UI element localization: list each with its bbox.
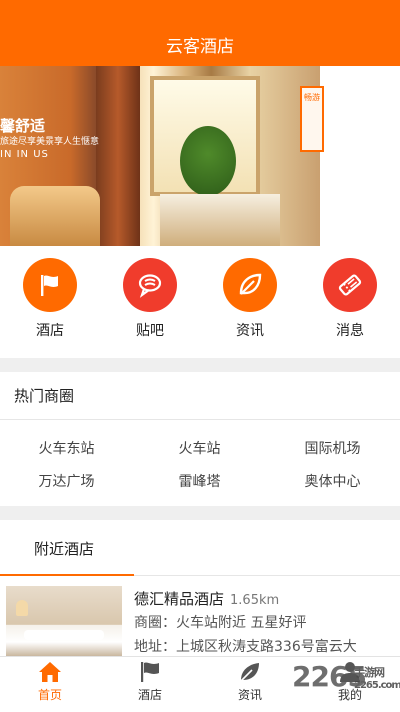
section-title: 热门商圈 [0,372,400,420]
area-link[interactable]: 火车站 [133,438,266,458]
hotel-name-row: 德汇精品酒店 1.65km [134,588,279,609]
quick-label: 消息 [336,323,364,339]
nav-home[interactable]: 首页 [0,661,100,703]
quick-label: 酒店 [36,323,64,339]
hotel-list-item[interactable]: 德汇精品酒店 1.65km 商圈：火车站附近 五星好评 地址：上城区秋涛支路336… [0,576,400,656]
area-link[interactable]: 国际机场 [266,438,399,458]
hotel-address: 地址：上城区秋涛支路336号富云大 [134,639,357,655]
nav-news[interactable]: 资讯 [200,661,300,703]
area-link[interactable]: 奥体中心 [266,471,399,491]
plant-graphic [180,126,236,196]
section-title: 附近酒店 [34,539,95,558]
curtain-graphic [96,66,140,246]
watermark-sub: 手游网 [354,666,385,679]
area-link[interactable]: 火车东站 [0,438,133,458]
quick-item-forum[interactable]: 贴吧 [110,258,190,340]
quick-label: 贴吧 [136,323,164,339]
leaf-icon [239,273,262,295]
chat-icon [138,274,162,298]
quick-item-hotel[interactable]: 酒店 [10,258,90,340]
flag-icon [141,662,159,682]
area-link[interactable]: 雷峰塔 [133,471,266,491]
lamp-graphic [16,600,28,616]
nav-label: 首页 [37,688,62,702]
nav-label: 资讯 [237,688,262,702]
banner-english: IN IN US [0,149,49,161]
banner-headline: 馨舒适 [0,117,46,135]
hotel-meta: 商圈：火车站附近 五星好评 [134,615,307,631]
hotel-name: 德汇精品酒店 [134,590,225,608]
watermark-url: 2265.com [354,680,400,691]
watermark: 2265 手游网 2265.com [292,660,400,693]
banner-overlay-text: 馨舒适 旅途尽享美景享人生惬意 IN IN US [0,116,99,162]
quick-item-news[interactable]: 资讯 [210,258,290,340]
table-graphic [160,194,280,246]
quick-icon-circle [123,258,177,312]
quick-icon-circle [223,258,277,312]
nav-hotel[interactable]: 酒店 [100,661,200,703]
quick-icon-circle [323,258,377,312]
sofa-graphic [10,186,100,246]
app-header: 云客酒店 [0,0,400,66]
nearby-hotels-section: 附近酒店 德汇精品酒店 1.65km 商圈：火车站附近 五星好评 地址：上城区秋涛… [0,520,400,656]
hotel-distance: 1.65km [230,593,280,608]
home-icon [39,662,61,682]
leaf-icon [240,663,259,682]
ticket-icon [338,274,362,296]
nearby-tab[interactable]: 附近酒店 [0,520,400,576]
nav-label: 酒店 [137,688,162,702]
flag-icon [41,275,58,296]
bed-graphic [24,630,104,640]
quick-item-messages[interactable]: 消息 [310,258,390,340]
quick-icon-circle [23,258,77,312]
banner-photo: 馨舒适 旅途尽享美景享人生惬意 IN IN US [0,66,320,246]
quick-label: 资讯 [236,323,264,339]
quick-actions: 酒店 贴吧 资讯 消息 [0,246,400,358]
hot-areas-section: 热门商圈 火车东站 火车站 国际机场 万达广场 雷峰塔 奥体中心 [0,372,400,506]
hero-banner[interactable]: 馨舒适 旅途尽享美景享人生惬意 IN IN US 畅游 [0,66,400,246]
area-link[interactable]: 万达广场 [0,471,133,491]
page-title: 云客酒店 [166,36,234,57]
banner-sign: 畅游 [300,86,324,152]
banner-subline: 旅途尽享美景享人生惬意 [0,137,100,148]
hot-areas-grid: 火车东站 火车站 国际机场 万达广场 雷峰塔 奥体中心 [0,420,400,506]
hotel-thumbnail [6,586,122,656]
